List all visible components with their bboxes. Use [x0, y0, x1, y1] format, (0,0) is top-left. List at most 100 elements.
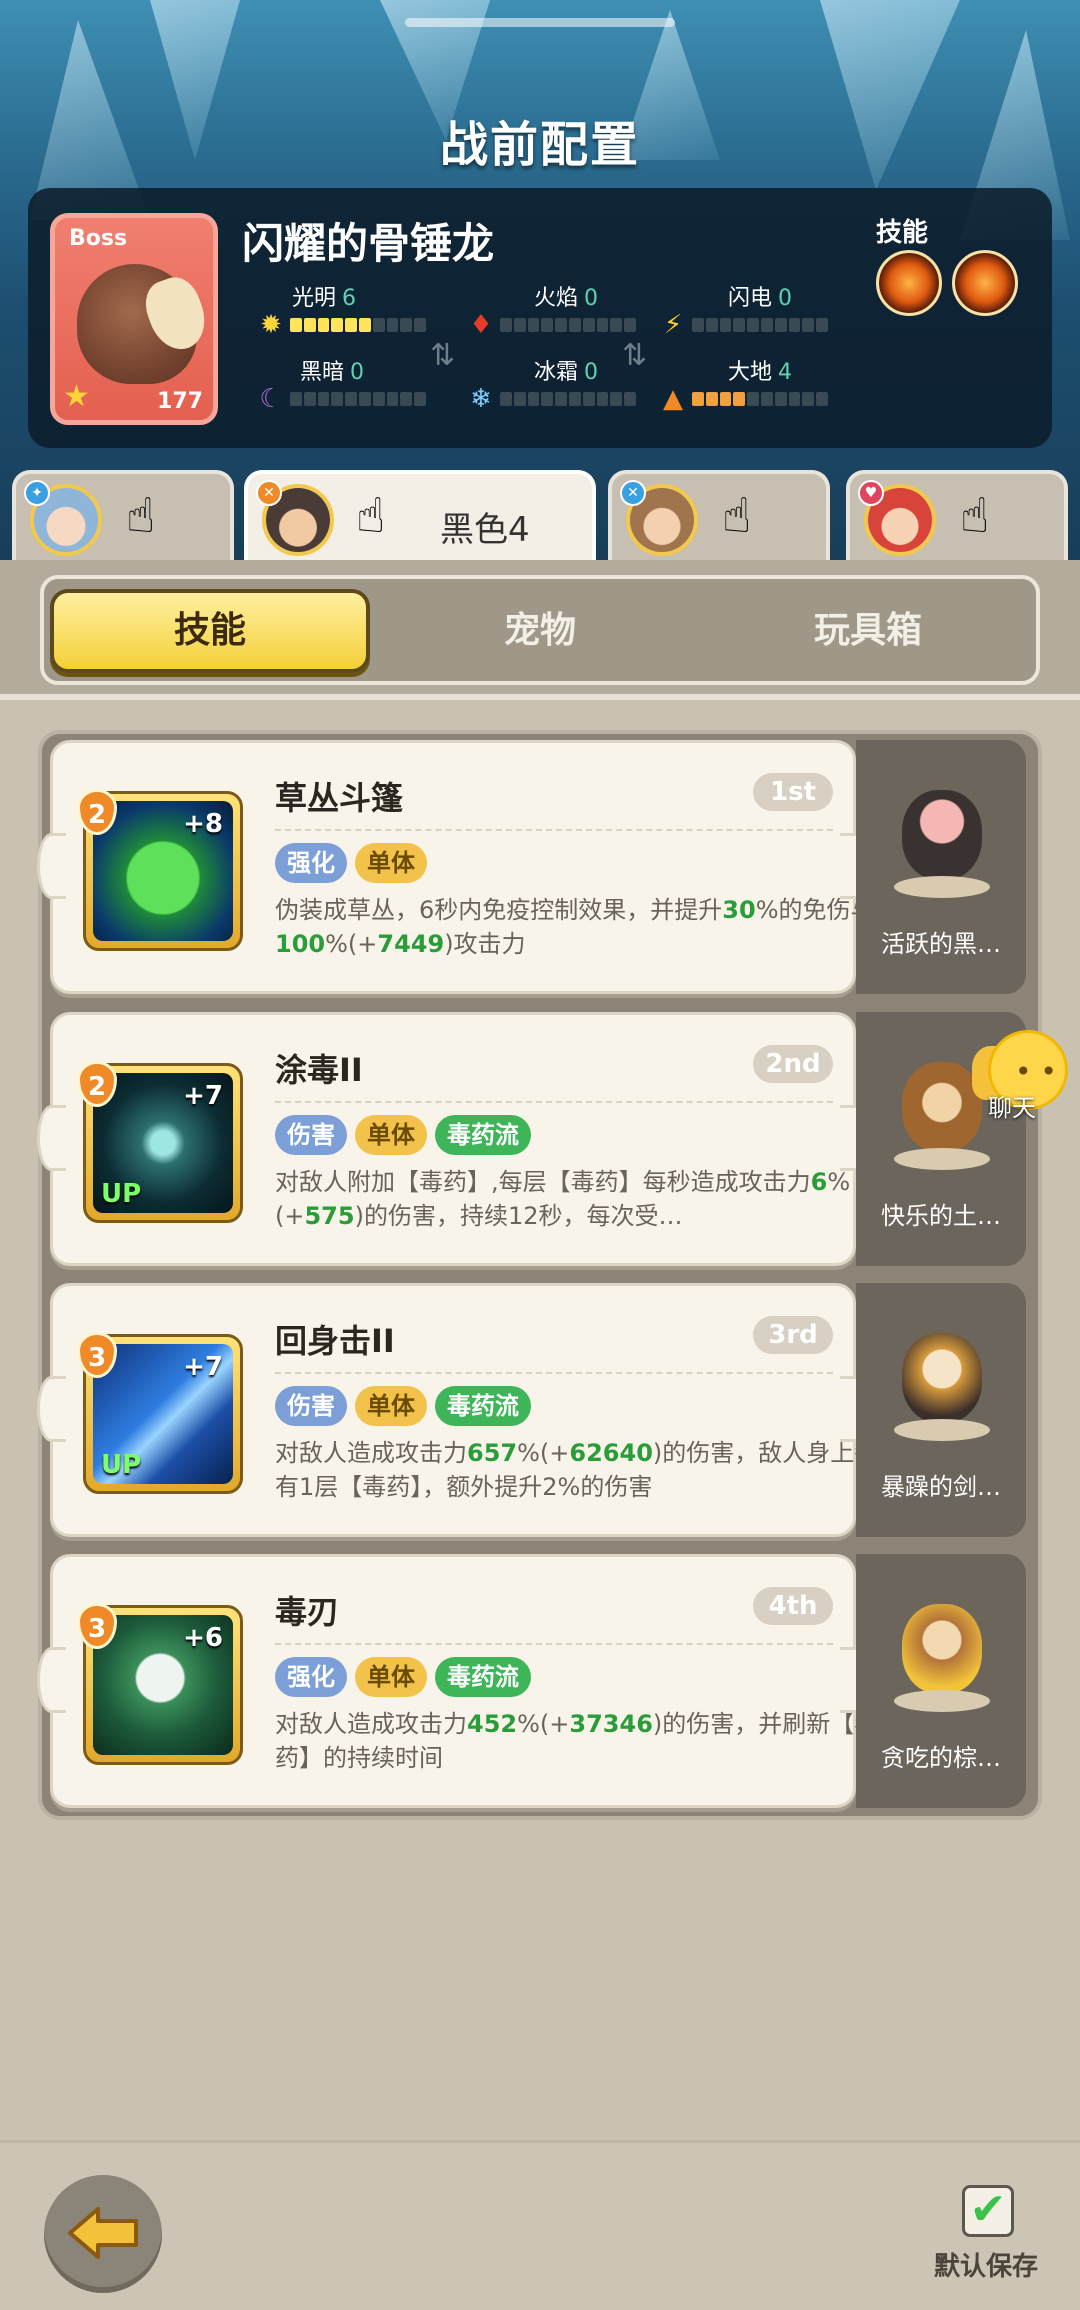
divider — [275, 1643, 833, 1645]
lightning-icon: ⚡ — [663, 310, 683, 340]
element-earth: 大地 4 ▲ — [658, 354, 848, 424]
tap-hand-icon: ☝ — [356, 488, 386, 544]
tab-skills[interactable]: 技能 — [50, 589, 370, 673]
drag-handle[interactable] — [405, 18, 675, 27]
boss-panel: Boss ★ 177 闪耀的骨锤龙 技能 光明 6 ✹ 火焰 0 ♦ 闪电 0 ⚡ 黑… — [28, 188, 1052, 448]
divider — [275, 829, 833, 831]
element-bar — [692, 392, 828, 406]
hero-tab-3[interactable]: ✕ ☝ — [608, 470, 830, 562]
element-bar — [500, 392, 636, 406]
skill-tags: 强化 单体 — [275, 843, 427, 883]
tag-damage: 伤害 — [275, 1115, 347, 1155]
pet-slot[interactable]: 暴躁的剑… — [856, 1283, 1026, 1537]
element-name: 光明 6 — [292, 286, 357, 311]
element-bar — [692, 318, 828, 332]
skill-plus: +7 — [183, 1081, 223, 1111]
element-name: 冰霜 0 — [534, 360, 599, 385]
star-icon: ★ — [63, 379, 90, 414]
element-name: 火焰 0 — [534, 286, 599, 311]
poison-skull-icon: +6 — [93, 1615, 233, 1755]
tab-toybox[interactable]: 玩具箱 — [708, 589, 1028, 673]
hero-tab-4[interactable]: ♥ ☝ — [846, 470, 1068, 562]
flame-icon: ♦ — [469, 310, 493, 340]
skill-title: 回身击II — [275, 1322, 395, 1360]
class-badge-icon: ♥ — [858, 480, 884, 506]
element-bar — [290, 318, 426, 332]
boss-skills-label: 技能 — [876, 218, 929, 248]
pet-name: 活跃的黑… — [881, 930, 1001, 958]
skill-tags: 强化 单体 毒药流 — [275, 1657, 531, 1697]
hero-tab-1[interactable]: ✦ ☝ — [12, 470, 234, 562]
skill-description: 对敌人造成攻击力452%(+37346)的伤害，并刷新【毒药】的持续时间 — [275, 1710, 879, 1772]
tag-poison: 毒药流 — [435, 1115, 531, 1155]
tap-hand-icon: ☝ — [126, 488, 156, 544]
default-save-label: 默认保存 — [934, 2252, 1039, 2282]
skill-tags: 伤害 单体 毒药流 — [275, 1386, 531, 1426]
tap-hand-icon: ☝ — [722, 488, 752, 544]
hero-name: 黑色4 — [440, 510, 530, 550]
tag-buff: 强化 — [275, 1657, 347, 1697]
tag-single: 单体 — [355, 843, 427, 883]
boss-portrait[interactable]: Boss ★ 177 — [50, 213, 218, 425]
skill-card[interactable]: +7 UP 3 回身击II 3rd 伤害 单体 毒药流 对敌人造成攻击力657%… — [37, 1283, 878, 1537]
pet-name: 暴躁的剑… — [881, 1473, 1001, 1501]
default-save-checkbox[interactable]: ✔ — [962, 2185, 1014, 2237]
skill-rank: 4th — [753, 1587, 833, 1625]
skill-description: 伪装成草丛，6秒内免疫控制效果，并提升30%的免伤与100%(+7449)攻击力 — [275, 896, 875, 958]
skill-plus: +7 — [183, 1352, 223, 1382]
boss-skill-fire-icon[interactable] — [876, 250, 942, 316]
skill-title: 草丛斗篷 — [275, 779, 404, 817]
element-bar — [500, 318, 636, 332]
tag-damage: 伤害 — [275, 1386, 347, 1426]
pet-slot[interactable]: 贪吃的棕… — [856, 1554, 1026, 1808]
element-lightning: 闪电 0 ⚡ — [658, 280, 848, 350]
skill-up-label: UP — [101, 1179, 142, 1209]
skill-rank: 3rd — [753, 1316, 833, 1354]
skill-plus: +8 — [183, 809, 223, 839]
pet-image — [894, 780, 990, 900]
back-button[interactable] — [44, 2175, 162, 2293]
skill-card[interactable]: +7 UP 2 涂毒II 2nd 伤害 单体 毒药流 对敌人附加【毒药】,每层【… — [37, 1012, 869, 1266]
tag-poison: 毒药流 — [435, 1657, 531, 1697]
boss-skill-fire-icon[interactable] — [952, 250, 1018, 316]
boss-level: 177 — [157, 389, 203, 414]
divider — [275, 1372, 833, 1374]
mountain-icon: ▲ — [663, 384, 683, 414]
skill-plus: +6 — [183, 1623, 223, 1653]
sun-icon: ✹ — [260, 310, 282, 340]
tab-pets[interactable]: 宠物 — [380, 589, 700, 673]
skill-card[interactable]: +6 3 毒刃 4th 强化 单体 毒药流 对敌人造成攻击力452%(+3734… — [37, 1554, 878, 1808]
poison-drop-icon: +7 UP — [93, 1073, 233, 1213]
skill-description: 对敌人附加【毒药】,每层【毒药】每秒造成攻击力6%(+575)的伤害，持续12秒… — [275, 1168, 851, 1230]
skill-up-label: UP — [101, 1450, 142, 1480]
tag-single: 单体 — [355, 1657, 427, 1697]
pet-slot[interactable]: 活跃的黑… — [856, 740, 1026, 994]
class-badge-icon: ✕ — [620, 480, 646, 506]
boss-tag: Boss — [69, 226, 128, 251]
chat-label: 聊天 — [988, 1094, 1036, 1122]
pet-name: 快乐的土… — [881, 1202, 1001, 1230]
tag-single: 单体 — [355, 1386, 427, 1426]
element-bar — [290, 392, 426, 406]
spin-strike-icon: +7 UP — [93, 1344, 233, 1484]
grass-cloak-icon: +8 — [93, 801, 233, 941]
skill-card[interactable]: +8 2 草丛斗篷 1st 强化 单体 伪装成草丛，6秒内免疫控制效果，并提升3… — [37, 740, 875, 994]
bottom-bar — [0, 2140, 1080, 2310]
element-name: 闪电 0 — [728, 286, 793, 311]
page-title: 战前配置 — [439, 117, 640, 173]
element-name: 大地 4 — [728, 360, 793, 385]
tag-buff: 强化 — [275, 843, 347, 883]
element-light: 光明 6 ✹ — [256, 280, 446, 350]
pet-image — [894, 1594, 990, 1714]
skill-title: 毒刃 — [275, 1593, 340, 1631]
hero-tab-2[interactable]: ✕ ☝ 黑色4 — [244, 470, 596, 562]
pet-image — [894, 1323, 990, 1443]
tap-hand-icon: ☝ — [960, 488, 990, 544]
smiley-face-icon: • • — [1015, 1055, 1057, 1088]
skill-tags: 伤害 单体 毒药流 — [275, 1115, 531, 1155]
tag-single: 单体 — [355, 1115, 427, 1155]
tag-poison: 毒药流 — [435, 1386, 531, 1426]
skill-rank: 2nd — [753, 1045, 833, 1083]
cycle-arrow-icon: ⇅ — [430, 338, 456, 373]
cycle-arrow-icon: ⇅ — [622, 338, 648, 373]
